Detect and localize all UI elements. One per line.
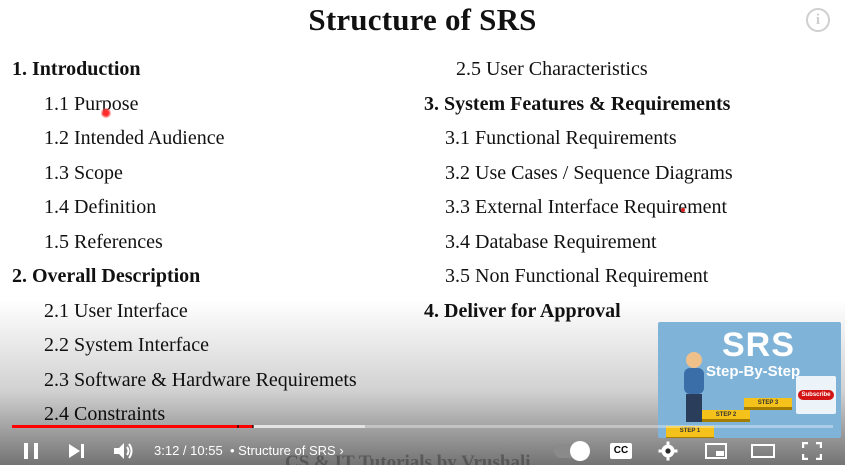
figure-body	[684, 368, 704, 394]
subsection-item: 3.5 Non Functional Requirement	[445, 265, 709, 287]
subscribe-badge[interactable]: Subscribe	[796, 376, 836, 414]
volume-icon[interactable]	[110, 436, 138, 465]
slide-title: Structure of SRS	[308, 2, 537, 37]
info-icon[interactable]: i	[806, 8, 830, 32]
settings-icon[interactable]	[654, 436, 682, 465]
time-display: 3:12 / 10:55	[154, 443, 223, 458]
pause-icon[interactable]	[18, 436, 44, 465]
figure-legs	[686, 394, 702, 422]
subsection-item: 1.3 Scope	[44, 162, 123, 184]
chapter-marker	[252, 425, 254, 428]
section-heading: 3. System Features & Requirements	[424, 93, 731, 115]
end-card-video[interactable]: SRS Step-By-Step STEP 1 STEP 2 STEP 3 Su…	[658, 322, 841, 438]
miniplayer-icon[interactable]	[702, 436, 730, 465]
subsection-item: 3.4 Database Requirement	[445, 231, 657, 253]
subscribe-label: Subscribe	[798, 390, 834, 400]
end-card-subtitle: Step-By-Step	[706, 363, 801, 380]
subsection-item: 2.5 User Characteristics	[456, 58, 648, 80]
laser-pointer-dot	[681, 208, 685, 212]
chapter-title[interactable]: • Structure of SRS ›	[230, 443, 344, 458]
step-2: STEP 2	[702, 410, 750, 422]
subsection-item: 1.4 Definition	[44, 196, 157, 218]
chevron-right-icon: ›	[339, 443, 344, 458]
subsection-item: 1.5 References	[44, 231, 163, 253]
player-controls: 3:12 / 10:55 • Structure of SRS › CC	[0, 436, 845, 465]
subsection-item: 1.1 Purpose	[44, 93, 139, 115]
section-heading: 1. Introduction	[12, 58, 141, 80]
fullscreen-icon[interactable]	[798, 436, 826, 465]
end-card-title: SRS	[722, 326, 795, 364]
step-3: STEP 3	[744, 398, 792, 410]
section-heading: 2. Overall Description	[12, 265, 201, 287]
captions-icon[interactable]: CC	[607, 436, 635, 465]
autoplay-toggle-icon[interactable]	[553, 436, 590, 465]
progress-played	[12, 425, 253, 428]
next-icon[interactable]	[64, 436, 90, 465]
chapter-label: • Structure of SRS	[230, 443, 336, 458]
laser-pointer	[101, 108, 111, 118]
figure-head	[686, 352, 702, 368]
theater-icon[interactable]	[748, 436, 778, 465]
subsection-item: 3.3 External Interface Requirement	[445, 196, 728, 218]
progress-bar[interactable]	[12, 425, 833, 428]
subsection-item: 3.2 Use Cases / Sequence Diagrams	[445, 162, 733, 184]
subsection-item: 1.2 Intended Audience	[44, 127, 225, 149]
subsection-item: 3.1 Functional Requirements	[445, 127, 677, 149]
chapter-marker	[237, 425, 239, 428]
